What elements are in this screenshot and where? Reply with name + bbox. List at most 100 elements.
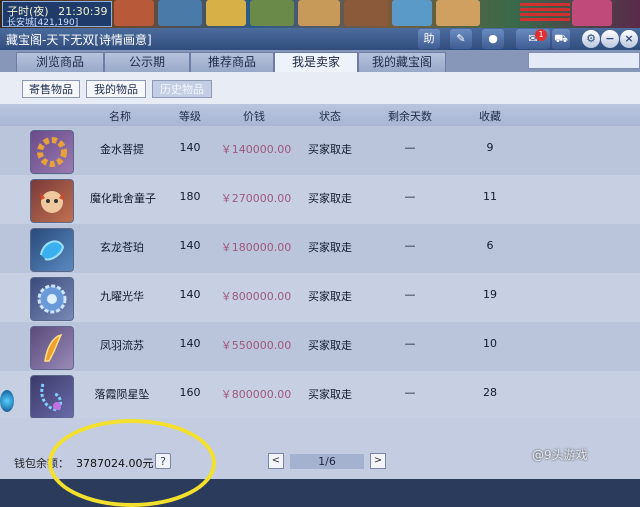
status-bars — [520, 3, 570, 23]
item-name: 金水菩提 — [100, 143, 144, 156]
character-portrait[interactable] — [114, 0, 154, 26]
item-name: 玄龙苍珀 — [100, 241, 144, 254]
column-header-favorites[interactable]: 收藏 — [470, 108, 510, 124]
cart-icon[interactable]: ⛟ — [552, 29, 570, 49]
golden-bead-necklace-icon — [30, 130, 74, 174]
highlight-annotation — [48, 419, 216, 507]
tab-label: 公示期 — [128, 55, 165, 69]
minimize-icon[interactable]: − — [601, 30, 619, 48]
tab-my-pavilion[interactable]: 我的藏宝阁 — [358, 52, 446, 72]
page-indicator: 1/6 — [290, 454, 364, 469]
subtab-label: 寄售物品 — [29, 83, 73, 96]
character-portrait[interactable] — [158, 0, 202, 26]
demon-child-icon — [30, 179, 74, 223]
table-header: 名称 等级 价钱 状态 剩余天数 收藏 — [0, 104, 640, 126]
table-row[interactable]: 金水菩提 140 ￥140000.00 买家取走 — 9 — [0, 126, 640, 175]
game-clock: 子时(夜) 21:30:39 长安城[421,190] — [2, 1, 112, 28]
character-portrait[interactable] — [436, 0, 480, 26]
tab-label: 我的藏宝阁 — [371, 55, 432, 69]
close-icon[interactable]: × — [620, 30, 638, 48]
edit-icon[interactable]: ✎ — [450, 29, 472, 49]
item-level: 160 — [179, 386, 201, 399]
item-status: 买家取走 — [308, 388, 352, 401]
tab-browse[interactable]: 浏览商品 — [16, 52, 104, 72]
item-days-left: — — [404, 386, 416, 399]
item-name: 落霞陨星坠 — [94, 388, 150, 401]
item-favorites: 28 — [483, 386, 497, 399]
item-level: 180 — [179, 190, 201, 203]
subtab-bar: 寄售物品 我的物品 历史物品 — [0, 72, 640, 104]
search-input[interactable] — [528, 52, 640, 69]
subtab-my-items[interactable]: 我的物品 — [86, 80, 146, 98]
item-price: ￥550000.00 — [220, 339, 292, 352]
item-status: 买家取走 — [308, 143, 352, 156]
item-price: ￥270000.00 — [220, 192, 292, 205]
item-favorites: 11 — [483, 190, 497, 203]
item-favorites: 19 — [483, 288, 497, 301]
table-row[interactable]: 凤羽流苏 140 ￥550000.00 买家取走 — 10 — [0, 322, 640, 371]
table-row[interactable]: 魔化毗舍童子 180 ￥270000.00 买家取走 — 11 — [0, 175, 640, 224]
game-hud: 子时(夜) 21:30:39 长安城[421,190] — [0, 0, 640, 28]
subtab-history[interactable]: 历史物品 — [152, 80, 212, 98]
subtab-label: 我的物品 — [94, 83, 138, 96]
watermark: @9头游戏 — [532, 448, 588, 462]
help-button[interactable]: 助 — [418, 29, 440, 49]
character-portrait[interactable] — [206, 0, 246, 26]
item-name: 魔化毗舍童子 — [90, 192, 156, 205]
column-header-name[interactable]: 名称 — [100, 108, 140, 124]
prev-arrow-icon: < — [271, 455, 281, 466]
item-price: ￥140000.00 — [220, 143, 292, 156]
subtab-label: 历史物品 — [160, 83, 204, 96]
column-header-days-left[interactable]: 剩余天数 — [380, 108, 440, 124]
tab-label: 浏览商品 — [35, 55, 84, 69]
map-location: 长安城[421,190] — [7, 18, 79, 28]
item-favorites: 9 — [486, 141, 494, 154]
record-icon[interactable]: ● — [482, 29, 504, 49]
message-badge: 1 — [535, 29, 547, 41]
tab-recommended[interactable]: 推荐商品 — [190, 52, 274, 72]
next-page-button[interactable]: > — [370, 453, 386, 469]
tab-label: 推荐商品 — [207, 55, 256, 69]
star-pendant-icon — [30, 375, 74, 419]
tab-public-period[interactable]: 公示期 — [104, 52, 190, 72]
settings-icon[interactable]: ⚙ — [582, 30, 600, 48]
character-portrait[interactable] — [392, 0, 432, 26]
window-titlebar[interactable]: 藏宝阁-天下无双[诗情画意] 助 ✎ ● ✉ 1 ⛟ ⚙ − × — [0, 28, 640, 50]
tab-seller[interactable]: 我是卖家 — [274, 52, 358, 72]
item-favorites: 10 — [483, 337, 497, 350]
item-status: 买家取走 — [308, 290, 352, 303]
column-header-price[interactable]: 价钱 — [234, 108, 274, 124]
phoenix-feather-icon — [30, 326, 74, 370]
blue-dragon-amber-icon — [30, 228, 74, 272]
prev-page-button[interactable]: < — [268, 453, 284, 469]
table-row[interactable]: 玄龙苍珀 140 ￥180000.00 买家取走 — 6 — [0, 224, 640, 273]
item-price: ￥180000.00 — [220, 241, 292, 254]
item-level: 140 — [179, 288, 201, 301]
item-price: ￥800000.00 — [220, 388, 292, 401]
item-status: 买家取走 — [308, 192, 352, 205]
window-title: 藏宝阁-天下无双[诗情画意] — [6, 33, 152, 47]
table-row[interactable]: 落霞陨星坠 160 ￥800000.00 买家取走 — 28 — [0, 371, 640, 420]
subtab-consignment[interactable]: 寄售物品 — [22, 80, 80, 98]
item-days-left: — — [404, 288, 416, 301]
treasure-pavilion-window: 藏宝阁-天下无双[诗情画意] 助 ✎ ● ✉ 1 ⛟ ⚙ − × 浏览商品 公示… — [0, 28, 640, 479]
table-row[interactable]: 九曜光华 140 ￥800000.00 买家取走 — 19 — [0, 273, 640, 322]
item-name: 凤羽流苏 — [100, 339, 144, 352]
blue-gem-cluster-icon — [30, 277, 74, 321]
character-portrait[interactable] — [250, 0, 294, 26]
column-header-level[interactable]: 等级 — [170, 108, 210, 124]
player-avatar[interactable] — [572, 0, 612, 26]
history-table: 金水菩提 140 ￥140000.00 买家取走 — 9 魔化毗舍童子 180 … — [0, 126, 640, 420]
tab-label: 我是卖家 — [291, 55, 340, 69]
side-gem-icon[interactable] — [0, 390, 14, 412]
item-status: 买家取走 — [308, 241, 352, 254]
item-name: 九曜光华 — [100, 290, 144, 303]
column-header-status[interactable]: 状态 — [310, 108, 350, 124]
help-button-label: 助 — [423, 32, 435, 45]
character-portrait[interactable] — [344, 0, 388, 26]
item-status: 买家取走 — [308, 339, 352, 352]
item-days-left: — — [404, 337, 416, 350]
character-portrait[interactable] — [298, 0, 340, 26]
item-level: 140 — [179, 141, 201, 154]
item-level: 140 — [179, 239, 201, 252]
